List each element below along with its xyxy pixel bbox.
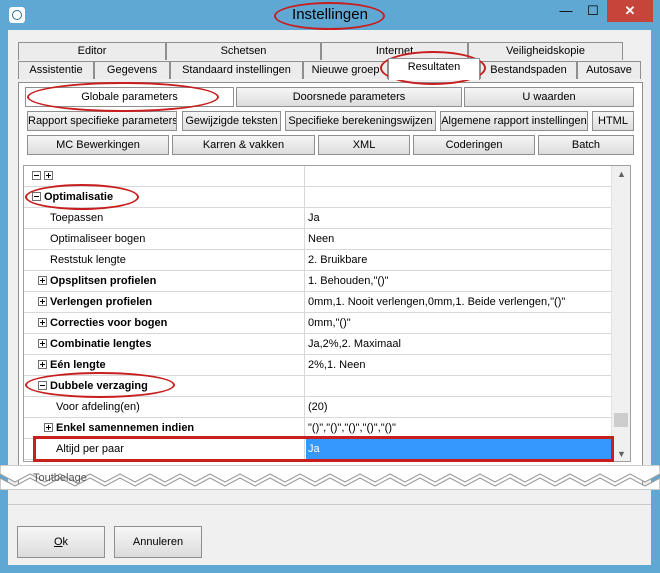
expand-icon[interactable] — [38, 339, 47, 348]
grid-row-value[interactable]: 1. Behouden,"()" — [306, 271, 611, 291]
grid-row[interactable]: Opsplitsen profielen 1. Behouden,"()" — [24, 271, 611, 292]
tab-standaard-instellingen[interactable]: Standaard instellingen — [170, 61, 303, 79]
subtab-xml[interactable]: XML — [318, 135, 410, 155]
grid-row-name: Toepassen — [50, 212, 104, 224]
collapse-icon[interactable] — [38, 381, 47, 390]
grid-row[interactable]: Dubbele verzaging — [24, 376, 611, 397]
tab-gegevens[interactable]: Gegevens — [94, 61, 170, 79]
grid-row-value[interactable]: 0mm,1. Nooit verlengen,0mm,1. Beide verl… — [306, 292, 611, 312]
title-bar[interactable]: Instellingen — ☐ ✕ — [0, 0, 660, 30]
subtab-rapport-specifieke-parameters[interactable]: Rapport specifieke parameters — [27, 111, 177, 131]
grid-row-name: Eén lengte — [50, 359, 106, 371]
grid-row-value[interactable]: "()","()","()","()","()" — [306, 418, 611, 438]
subtab-u-waarden[interactable]: U waarden — [464, 87, 634, 107]
grid-row[interactable]: Optimalisatie — [24, 187, 611, 208]
scroll-down-icon[interactable]: ▼ — [612, 446, 630, 461]
subtab-html[interactable]: HTML — [592, 111, 634, 131]
ok-label: k — [62, 536, 69, 548]
tab-resultaten[interactable]: Resultaten — [388, 58, 480, 80]
subtab-specifieke-berekeningswijzen[interactable]: Specifieke berekeningswijzen — [285, 111, 436, 131]
subtab-globale-parameters[interactable]: Globale parameters — [25, 87, 234, 107]
torn-edge-effect — [0, 465, 660, 490]
grid-row[interactable]: Correcties voor bogen 0mm,"()" — [24, 313, 611, 334]
grid-row-name: Optimalisatie — [44, 191, 114, 203]
collapse-all-icon[interactable] — [32, 171, 41, 180]
grid-row[interactable]: Verlengen profielen 0mm,1. Nooit verlenge… — [24, 292, 611, 313]
grid-row-value[interactable] — [306, 187, 611, 207]
subtab-algemene-rapport-instellingen[interactable]: Algemene rapport instellingen — [440, 111, 588, 131]
footer-partial-text: Toutbelage — [33, 472, 87, 484]
tab-nieuwe-groep[interactable]: Nieuwe groep — [303, 61, 388, 79]
grid-row[interactable]: Reststuk lengte 2. Bruikbare — [24, 250, 611, 271]
grid-header-row — [24, 166, 611, 187]
expand-icon[interactable] — [38, 297, 47, 306]
collapse-icon[interactable] — [32, 192, 41, 201]
subtab-karren-en-vakken[interactable]: Karren & vakken — [172, 135, 315, 155]
subtab-coderingen[interactable]: Coderingen — [413, 135, 535, 155]
grid-row[interactable]: Eén lengte 2%,1. Neen — [24, 355, 611, 376]
grid-scrollbar[interactable]: ▲ ▼ — [611, 166, 630, 461]
grid-row-name: Dubbele verzaging — [50, 380, 148, 392]
grid-row-value[interactable]: 0mm,"()" — [306, 313, 611, 333]
grid-row[interactable]: Enkel samennemen indien "()","()","()","(… — [24, 418, 611, 439]
grid-row-value[interactable]: Ja,2%,2. Maximaal — [306, 334, 611, 354]
grid-row-name: Verlengen profielen — [50, 296, 153, 308]
grid-row-name: Enkel samennemen indien — [56, 422, 195, 434]
ok-button[interactable]: Ok — [17, 526, 105, 558]
subtab-doorsnede-parameters[interactable]: Doorsnede parameters — [236, 87, 462, 107]
scroll-up-icon[interactable]: ▲ — [612, 166, 630, 182]
grid-row-value[interactable]: Neen — [306, 229, 611, 249]
tab-autosave[interactable]: Autosave — [577, 61, 641, 79]
expand-icon[interactable] — [38, 360, 47, 369]
grid-row-value[interactable] — [306, 376, 611, 396]
grid-row[interactable]: Altijd per paar Ja — [24, 439, 611, 460]
grid-row-name: Optimaliseer bogen — [50, 233, 146, 245]
grid-row[interactable]: Voor afdeling(en) (20) — [24, 397, 611, 418]
grid-row-value[interactable]: Ja — [306, 208, 611, 228]
grid-row-name: Altijd per paar — [56, 443, 124, 455]
scroll-thumb[interactable] — [614, 413, 628, 427]
tab-veiligheidskopie[interactable]: Veiligheidskopie — [468, 42, 623, 60]
grid-row-name: Reststuk lengte — [50, 254, 126, 266]
tab-bestandspaden[interactable]: Bestandspaden — [480, 61, 577, 79]
minimize-button[interactable]: — — [553, 0, 579, 22]
grid-row[interactable]: Optimaliseer bogen Neen — [24, 229, 611, 250]
tab-editor[interactable]: Editor — [18, 42, 166, 60]
footer-divider — [8, 504, 651, 505]
expand-icon[interactable] — [44, 423, 53, 432]
tab-row-1: Editor Schetsen Internet Veiligheidskopi… — [18, 42, 623, 60]
grid-row[interactable]: Toepassen Ja — [24, 208, 611, 229]
grid-row-value[interactable]: 2. Bruikbare — [306, 250, 611, 270]
close-button[interactable]: ✕ — [607, 0, 653, 22]
grid-row-value[interactable]: Ja — [306, 439, 611, 459]
ok-accelerator: O — [53, 536, 63, 548]
grid-row-name: Correcties voor bogen — [50, 317, 168, 329]
expand-icon[interactable] — [38, 276, 47, 285]
tab-row-2: Assistentie Gegevens Standaard instellin… — [18, 58, 641, 80]
tab-schetsen[interactable]: Schetsen — [166, 42, 321, 60]
settings-window: Instellingen — ☐ ✕ Editor Schetsen Inter… — [0, 0, 660, 573]
subtab-mc-bewerkingen[interactable]: MC Bewerkingen — [27, 135, 169, 155]
property-grid[interactable]: Optimalisatie Toepassen Ja Optimaliseer bog… — [23, 165, 631, 462]
expand-all-icon[interactable] — [44, 171, 53, 180]
grid-row-value[interactable]: 2%,1. Neen — [306, 355, 611, 375]
grid-row-name: Combinatie lengtes — [50, 338, 152, 350]
grid-row-name: Opsplitsen profielen — [50, 275, 157, 287]
subtab-batch[interactable]: Batch — [538, 135, 634, 155]
expand-icon[interactable] — [38, 318, 47, 327]
cancel-button[interactable]: Annuleren — [114, 526, 202, 558]
maximize-button[interactable]: ☐ — [580, 0, 606, 22]
subtab-gewijzigde-teksten[interactable]: Gewijzigde teksten — [182, 111, 281, 131]
tab-assistentie[interactable]: Assistentie — [18, 61, 94, 79]
grid-row[interactable]: Combinatie lengtes Ja,2%,2. Maximaal — [24, 334, 611, 355]
grid-row-name: Voor afdeling(en) — [56, 401, 140, 413]
grid-row-value[interactable]: (20) — [306, 397, 611, 417]
